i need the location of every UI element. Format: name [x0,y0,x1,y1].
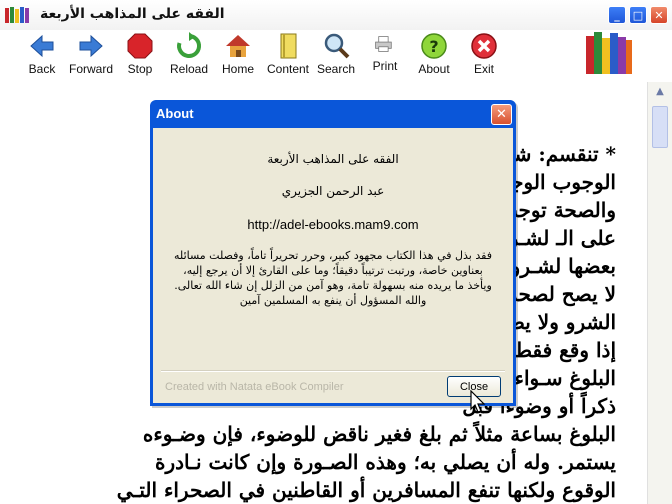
back-button[interactable]: Back [18,32,66,76]
print-label: Print [372,59,398,73]
about-button[interactable]: ? About [410,32,458,76]
books-app-icon [5,7,29,23]
exit-button[interactable]: Exit [460,32,508,76]
content-line: والصحة توجب [498,198,616,222]
book-title: الفقه على المذاهب الأربعة [267,152,399,166]
search-icon [324,33,350,59]
window-close-button[interactable]: ✕ [650,6,668,24]
forward-arrow-icon [79,34,103,58]
window-title: الفقه على المذاهب الأربعة [40,6,225,22]
content-book-icon [280,33,297,59]
content-line: البلوغ بساعة مثلاً ثم بلغ فغير ناقض للوض… [142,422,616,446]
website-url[interactable]: http://adel-ebooks.mam9.com [153,217,513,232]
forward-button[interactable]: Forward [67,32,115,76]
about-label: About [418,62,450,76]
dialog-close-button[interactable]: ✕ [491,104,512,125]
scroll-up-button[interactable]: ▲ [648,82,672,100]
home-icon [226,35,250,57]
dialog-title: About [156,106,194,121]
forward-label: Forward [68,62,113,76]
reload-button[interactable]: Reload [165,32,213,76]
mouse-cursor-icon [470,390,486,413]
toolbar: Back Forward Stop Reload Home Content Se… [0,30,672,82]
help-icon: ? [421,33,447,59]
minimize-button[interactable]: _ [608,6,626,24]
back-label: Back [28,62,56,76]
stop-button[interactable]: Stop [116,32,164,76]
dialog-body: الفقه على المذاهب الأربعة عبد الرحمن الج… [153,128,513,403]
vertical-scrollbar[interactable]: ▲ [647,82,672,504]
maximize-button[interactable]: □ [629,6,647,24]
stop-label: Stop [127,62,153,76]
book-description: فقد بذل في هذا الكتاب مجهود كبير، وحرر ت… [174,249,492,307]
reload-icon [177,32,202,58]
scroll-thumb[interactable] [652,106,668,148]
compiler-credit: Created with Natata eBook Compiler [165,381,344,393]
home-button[interactable]: Home [214,32,262,76]
print-button[interactable]: Print [361,32,409,73]
exit-label: Exit [473,62,494,76]
content-line: يستمر. وله أن يصلي به؛ وهذه الصـورة وإن … [154,450,616,474]
books-logo-icon [586,32,632,74]
stop-icon [127,33,153,59]
content-button[interactable]: Content [264,32,312,76]
home-label: Home [221,62,254,76]
author-name: عبد الرحمن الجزيري [281,184,385,198]
dialog-separator [161,370,505,372]
search-button[interactable]: Search [312,32,360,76]
exit-icon [471,33,497,59]
about-dialog: About ✕ الفقه على المذاهب الأربعة عبد ال… [150,100,516,406]
content-line: الوقوع ولكنها تنفع المسافرين أو القاطنين… [116,478,616,502]
search-label: Search [316,62,356,76]
reload-label: Reload [169,62,209,76]
title-bar: الفقه على المذاهب الأربعة _ □ ✕ [0,0,672,30]
window-controls: _ □ ✕ [608,6,668,24]
back-arrow-icon [30,34,54,58]
svg-text:?: ? [429,37,438,56]
content-label: Content [266,62,310,76]
print-icon [375,36,392,52]
